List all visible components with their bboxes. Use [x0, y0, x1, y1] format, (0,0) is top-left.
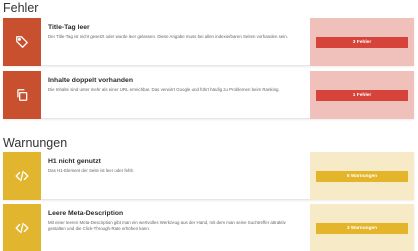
issue-title: Title-Tag leer [48, 24, 90, 31]
issue-card-h1-missing: H1 nicht genutzt Das H1-Element der Seit… [3, 152, 414, 200]
issue-description: Das H1-Element der Seite ist leer oder f… [48, 168, 134, 173]
code-icon [15, 170, 29, 182]
tag-icon [16, 36, 28, 48]
issue-description: Mit einer leeren Meta-Description gibt m… [48, 220, 286, 231]
issue-icon-box [3, 204, 41, 251]
warning-count-button[interactable]: 5 Warnungen [316, 170, 408, 182]
warnings-section-title: Warnungen [3, 136, 68, 150]
copy-icon [17, 89, 28, 101]
issue-card-empty-meta-description: Leere Meta-Description Mit einer leeren … [3, 204, 414, 251]
issue-title: H1 nicht genutzt [48, 158, 101, 165]
issue-title: Inhalte doppelt vorhanden [48, 77, 133, 84]
issue-title: Leere Meta-Description [48, 210, 124, 217]
issue-icon-box [3, 71, 41, 119]
issue-icon-box [3, 18, 41, 66]
issue-description: Der Title-Tag ist nicht gesetzt oder wur… [48, 34, 288, 39]
issue-icon-box [3, 152, 41, 200]
issue-status-panel: 5 Warnungen [310, 152, 414, 200]
issue-description: Die Inhalte sind unter mehr als einer UR… [48, 87, 280, 92]
issue-status-panel: 3 Warnungen [310, 204, 414, 251]
issue-card-title-tag-empty: Title-Tag leer Der Title-Tag ist nicht g… [3, 18, 414, 66]
issue-status-panel: 1 Fehler [310, 71, 414, 119]
issue-status-panel: 3 Fehler [310, 18, 414, 66]
code-icon [15, 222, 29, 234]
warning-count-button[interactable]: 3 Warnungen [316, 222, 408, 234]
error-count-button[interactable]: 1 Fehler [316, 89, 408, 101]
error-count-button[interactable]: 3 Fehler [316, 36, 408, 48]
issue-card-duplicate-content: Inhalte doppelt vorhanden Die Inhalte si… [3, 71, 414, 119]
errors-section-title: Fehler [3, 1, 39, 15]
